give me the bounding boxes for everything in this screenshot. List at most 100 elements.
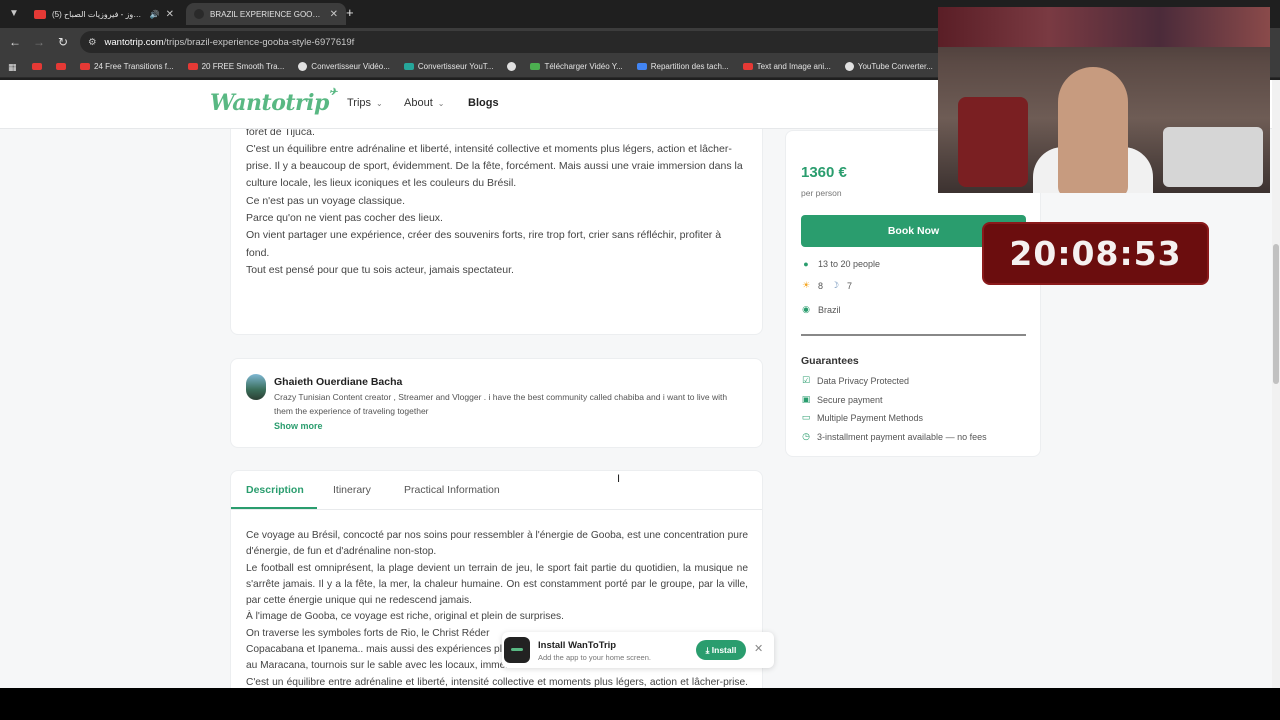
close-icon[interactable]: ✕ — [754, 642, 763, 655]
nav-about[interactable]: About ⌄ — [404, 97, 444, 109]
moon-icon: ☽ — [830, 280, 840, 290]
text-line: On vient partager une expérience, créer … — [246, 229, 722, 242]
guarantee-item: ☑ Data Privacy Protected — [801, 375, 909, 386]
url-path: /trips/brazil-experience-gooba-style-697… — [163, 36, 355, 48]
tab-title: فيروز - فيروزيات الصباح (5) — [52, 9, 144, 19]
globe-icon — [844, 62, 854, 71]
bookmark-item[interactable]: 24 Free Transitions f... — [80, 62, 174, 71]
webcam-gaming-chair — [958, 97, 1028, 187]
days-count: 8 — [818, 280, 824, 291]
destination: Brazil — [818, 304, 841, 315]
guarantee-label: 3-installment payment available — no fee… — [817, 431, 987, 442]
browser-tab-music[interactable]: فيروز - فيروزيات الصباح (5) 🔊 ✕ — [26, 3, 182, 25]
text-line: Ce n'est pas un voyage classique. — [246, 194, 406, 207]
guarantee-label: Data Privacy Protected — [817, 375, 910, 386]
bookmark-item[interactable]: Télécharger Vidéo Y... — [530, 62, 623, 71]
tab-title: BRAZIL EXPERIENCE GOOBA ST — [210, 9, 324, 19]
chevron-down-icon: ⌄ — [376, 98, 383, 108]
bookmark-item[interactable]: 20 FREE Smooth Tra... — [187, 62, 284, 71]
text-line: À l'image de Gooba, ce voyage est riche,… — [246, 611, 564, 623]
guarantee-label: Secure payment — [817, 394, 883, 405]
destination-row: ◉ Brazil — [801, 304, 841, 315]
nav-blogs[interactable]: Blogs — [468, 97, 499, 109]
close-tab-icon[interactable]: ✕ — [166, 9, 174, 20]
text-line: C'est un équilibre entre adrénaline et l… — [246, 142, 732, 155]
tab-description[interactable]: Description — [246, 484, 304, 496]
text-line: prise. Il y a beaucoup de sport, évidemm… — [246, 160, 743, 173]
clock-icon: ◷ — [802, 431, 810, 441]
youtube-icon — [80, 63, 90, 70]
bookmark-item[interactable]: Text and Image ani... — [742, 62, 831, 71]
bookmark-label: 24 Free Transitions f... — [94, 62, 174, 71]
text-line: C'est un équilibre entre adrénaline et l… — [246, 676, 748, 688]
avatar[interactable] — [246, 374, 266, 400]
tab-itinerary[interactable]: Itinerary — [333, 484, 371, 496]
bookmark-label: Convertisseur YouT... — [417, 62, 494, 71]
teal-icon — [403, 63, 414, 70]
text-cursor-icon: I — [617, 473, 621, 485]
bookmark-label: Télécharger Vidéo Y... — [544, 62, 623, 71]
install-button-label: Install — [711, 645, 737, 655]
youtube-icon — [32, 63, 42, 70]
tab-search-icon[interactable]: ▼ — [6, 6, 22, 22]
author-bio: Crazy Tunisian Content creator , Streame… — [274, 392, 728, 416]
text-line: Le football est omniprésent, la plage de… — [246, 562, 748, 607]
bottom-black-bar — [0, 688, 1280, 720]
install-button[interactable]: ⤓ Install — [696, 640, 746, 660]
browser-tab-active[interactable]: BRAZIL EXPERIENCE GOOBA ST ✕ — [186, 3, 346, 25]
countdown-timer: 20:08:53 — [982, 222, 1209, 285]
people-icon: ● — [803, 259, 809, 269]
bookmark-item[interactable]: Convertisseur YouT... — [403, 62, 494, 71]
author-name[interactable]: Ghaieth Ouerdiane Bacha — [274, 376, 402, 388]
back-icon[interactable]: ← — [8, 35, 22, 49]
lock-icon: ▣ — [801, 394, 811, 404]
wantotrip-logo[interactable]: Wantotrip ✈ — [210, 87, 337, 116]
active-tab-indicator — [231, 507, 317, 509]
text-line: Tout est pensé pour que tu sois acteur, … — [246, 263, 514, 276]
apps-button[interactable]: ▦ — [8, 62, 18, 72]
apps-grid-icon: ▦ — [8, 61, 17, 72]
group-size-row: ● 13 to 20 people — [801, 259, 880, 269]
chevron-down-icon: ⌄ — [437, 98, 445, 108]
price-unit: per person — [801, 188, 842, 198]
speaker-icon[interactable]: 🔊 — [150, 10, 160, 19]
credit-card-icon: ▭ — [801, 412, 811, 422]
author-card: Ghaieth Ouerdiane Bacha Crazy Tunisian C… — [230, 358, 763, 448]
trip-price: 1360 € — [801, 164, 847, 181]
scrollbar-thumb[interactable] — [1273, 244, 1279, 384]
bookmark-label: Convertisseur Vidéo... — [311, 62, 390, 71]
show-more-link[interactable]: Show more — [274, 421, 323, 431]
webcam-person — [1058, 67, 1128, 193]
duration-row: ☀ 8 ☽ 7 — [801, 280, 852, 291]
page-scrollbar[interactable] — [1272, 80, 1280, 688]
plane-icon: ✈ — [328, 87, 337, 98]
bookmark-item[interactable]: YouTube Converter... — [844, 62, 933, 71]
nights-count: 7 — [847, 280, 853, 291]
install-app-prompt: Install WanToTrip Add the app to your ho… — [502, 632, 774, 668]
bookmark-item[interactable] — [56, 63, 66, 70]
close-tab-icon[interactable]: ✕ — [330, 9, 338, 20]
text-line: fond. — [246, 246, 270, 259]
bookmark-label: Repartition des tach... — [650, 62, 729, 71]
site-favicon-icon — [194, 9, 204, 19]
site-info-icon[interactable]: ⚙ — [88, 37, 97, 48]
nav-trips[interactable]: Trips ⌄ — [347, 97, 383, 109]
guarantee-label: Multiple Payment Methods — [817, 412, 924, 423]
youtube-icon — [34, 9, 46, 19]
url-host: wantotrip.com — [104, 36, 164, 48]
webcam-overlay — [938, 7, 1270, 193]
reload-icon[interactable]: ↻ — [56, 35, 70, 49]
guarantee-item: ▣ Secure payment — [801, 394, 883, 405]
bookmark-item[interactable] — [507, 62, 517, 71]
webcam-ceiling — [938, 7, 1270, 47]
tab-practical-information[interactable]: Practical Information — [404, 484, 500, 496]
bookmark-item[interactable]: Repartition des tach... — [636, 62, 729, 71]
guarantees-title: Guarantees — [801, 355, 859, 367]
forward-icon[interactable]: → — [32, 35, 46, 49]
globe-icon — [507, 62, 517, 71]
new-tab-icon[interactable]: + — [346, 5, 354, 20]
youtube-icon — [56, 63, 66, 70]
text-line: Ce voyage au Brésil, concocté par nos so… — [246, 530, 748, 558]
bookmark-item[interactable] — [32, 63, 42, 70]
bookmark-item[interactable]: Convertisseur Vidéo... — [298, 62, 390, 71]
